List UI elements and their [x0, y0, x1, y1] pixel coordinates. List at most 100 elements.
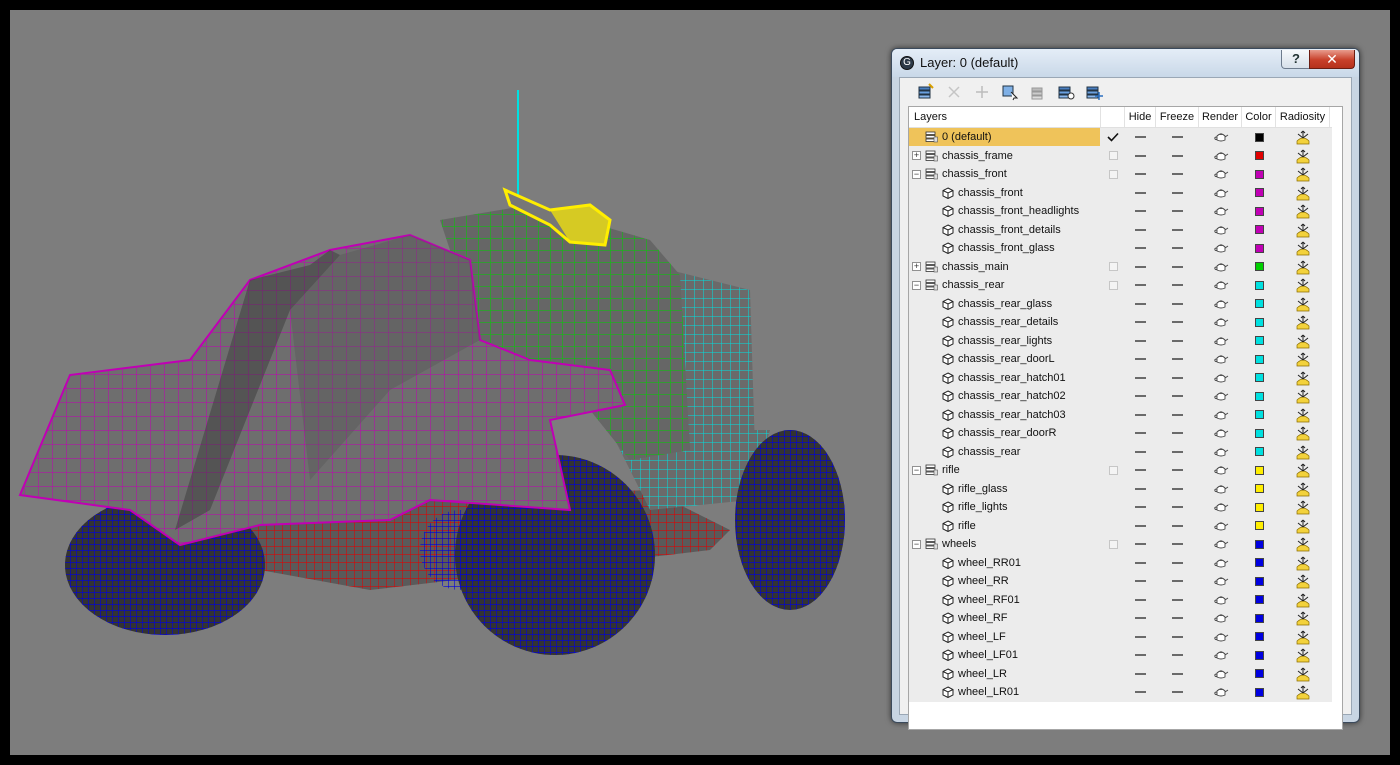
color-swatch-button[interactable] — [1242, 184, 1276, 202]
hide-toggle[interactable] — [1125, 276, 1156, 294]
hide-toggle[interactable] — [1125, 424, 1156, 442]
hide-toggle[interactable] — [1125, 609, 1156, 627]
freeze-toggle[interactable] — [1156, 591, 1199, 609]
hide-all-button[interactable] — [1056, 82, 1076, 102]
hide-toggle[interactable] — [1125, 184, 1156, 202]
freeze-toggle[interactable] — [1156, 202, 1199, 220]
render-toggle[interactable] — [1199, 147, 1242, 165]
render-toggle[interactable] — [1199, 350, 1242, 368]
color-swatch-button[interactable] — [1242, 646, 1276, 664]
radiosity-toggle[interactable] — [1276, 369, 1330, 387]
freeze-toggle[interactable] — [1156, 443, 1199, 461]
object-row[interactable]: wheel_RF — [909, 609, 1342, 628]
row-name-cell[interactable]: chassis_rear_lights — [909, 332, 1100, 350]
render-toggle[interactable] — [1199, 239, 1242, 257]
object-row[interactable]: chassis_front_details — [909, 220, 1342, 239]
hide-toggle[interactable] — [1125, 295, 1156, 313]
color-swatch-button[interactable] — [1242, 480, 1276, 498]
collapse-icon[interactable]: − — [912, 465, 921, 475]
row-name-cell[interactable]: wheel_LR — [909, 665, 1100, 683]
radiosity-toggle[interactable] — [1276, 480, 1330, 498]
freeze-toggle[interactable] — [1156, 554, 1199, 572]
render-toggle[interactable] — [1199, 554, 1242, 572]
color-swatch-button[interactable] — [1242, 554, 1276, 572]
radiosity-toggle[interactable] — [1276, 276, 1330, 294]
object-row[interactable]: chassis_rear_hatch03 — [909, 405, 1342, 424]
radiosity-toggle[interactable] — [1276, 517, 1330, 535]
row-name-cell[interactable]: wheel_LF — [909, 628, 1100, 646]
color-swatch-button[interactable] — [1242, 221, 1276, 239]
row-name-cell[interactable]: chassis_rear_details — [909, 313, 1100, 331]
color-swatch-button[interactable] — [1242, 406, 1276, 424]
hide-toggle[interactable] — [1125, 535, 1156, 553]
color-swatch-button[interactable] — [1242, 609, 1276, 627]
freeze-toggle[interactable] — [1156, 239, 1199, 257]
freeze-toggle[interactable] — [1156, 350, 1199, 368]
radiosity-toggle[interactable] — [1276, 239, 1330, 257]
object-row[interactable]: wheel_RR — [909, 572, 1342, 591]
object-row[interactable]: chassis_rear_glass — [909, 294, 1342, 313]
render-toggle[interactable] — [1199, 387, 1242, 405]
radiosity-toggle[interactable] — [1276, 184, 1330, 202]
layer-row[interactable]: − wheels — [909, 535, 1342, 554]
radiosity-toggle[interactable] — [1276, 424, 1330, 442]
row-name-cell[interactable]: rifle — [909, 517, 1100, 535]
set-current-checkbox[interactable] — [1101, 147, 1125, 165]
freeze-toggle[interactable] — [1156, 535, 1199, 553]
object-row[interactable]: wheel_LR — [909, 664, 1342, 683]
radiosity-toggle[interactable] — [1276, 683, 1330, 701]
set-current-checkbox[interactable] — [1101, 461, 1125, 479]
hide-toggle[interactable] — [1125, 147, 1156, 165]
radiosity-toggle[interactable] — [1276, 498, 1330, 516]
layer-row[interactable]: − chassis_rear — [909, 276, 1342, 295]
highlight-button[interactable] — [1028, 82, 1048, 102]
collapse-icon[interactable]: − — [912, 169, 921, 179]
color-swatch-button[interactable] — [1242, 628, 1276, 646]
radiosity-toggle[interactable] — [1276, 406, 1330, 424]
hide-toggle[interactable] — [1125, 350, 1156, 368]
hide-toggle[interactable] — [1125, 387, 1156, 405]
object-row[interactable]: wheel_RF01 — [909, 590, 1342, 609]
radiosity-toggle[interactable] — [1276, 609, 1330, 627]
object-row[interactable]: rifle_lights — [909, 498, 1342, 517]
object-row[interactable]: chassis_front_glass — [909, 239, 1342, 258]
row-name-cell[interactable]: chassis_rear_doorR — [909, 424, 1100, 442]
hide-toggle[interactable] — [1125, 313, 1156, 331]
hide-toggle[interactable] — [1125, 498, 1156, 516]
hide-toggle[interactable] — [1125, 480, 1156, 498]
color-swatch-button[interactable] — [1242, 683, 1276, 701]
column-header-freeze[interactable]: Freeze — [1156, 107, 1199, 127]
row-name-cell[interactable]: − wheels — [909, 535, 1100, 553]
hide-toggle[interactable] — [1125, 665, 1156, 683]
row-name-cell[interactable]: chassis_front_glass — [909, 239, 1100, 257]
layer-row[interactable]: + chassis_main — [909, 257, 1342, 276]
radiosity-toggle[interactable] — [1276, 202, 1330, 220]
row-name-cell[interactable]: chassis_rear_glass — [909, 295, 1100, 313]
freeze-toggle[interactable] — [1156, 147, 1199, 165]
row-name-cell[interactable]: wheel_RR01 — [909, 554, 1100, 572]
delete-layer-button[interactable] — [944, 82, 964, 102]
hide-toggle[interactable] — [1125, 461, 1156, 479]
render-toggle[interactable] — [1199, 202, 1242, 220]
row-name-cell[interactable]: + chassis_main — [909, 258, 1100, 276]
dialog-titlebar[interactable]: G Layer: 0 (default) ? ✕ — [892, 49, 1359, 77]
render-toggle[interactable] — [1199, 665, 1242, 683]
close-button[interactable]: ✕ — [1309, 50, 1355, 69]
row-name-cell[interactable]: rifle_lights — [909, 498, 1100, 516]
row-name-cell[interactable]: − rifle — [909, 461, 1100, 479]
checkbox[interactable] — [1108, 539, 1118, 549]
radiosity-toggle[interactable] — [1276, 332, 1330, 350]
checkbox[interactable] — [1108, 169, 1118, 179]
render-toggle[interactable] — [1199, 128, 1242, 146]
object-row[interactable]: chassis_rear_doorL — [909, 350, 1342, 369]
hide-toggle[interactable] — [1125, 165, 1156, 183]
freeze-all-button[interactable] — [1084, 82, 1104, 102]
radiosity-toggle[interactable] — [1276, 628, 1330, 646]
color-swatch-button[interactable] — [1242, 239, 1276, 257]
row-name-cell[interactable]: + chassis_frame — [909, 147, 1100, 165]
color-swatch-button[interactable] — [1242, 276, 1276, 294]
hide-toggle[interactable] — [1125, 572, 1156, 590]
row-name-cell[interactable]: wheel_LR01 — [909, 683, 1100, 701]
color-swatch-button[interactable] — [1242, 313, 1276, 331]
hide-toggle[interactable] — [1125, 258, 1156, 276]
